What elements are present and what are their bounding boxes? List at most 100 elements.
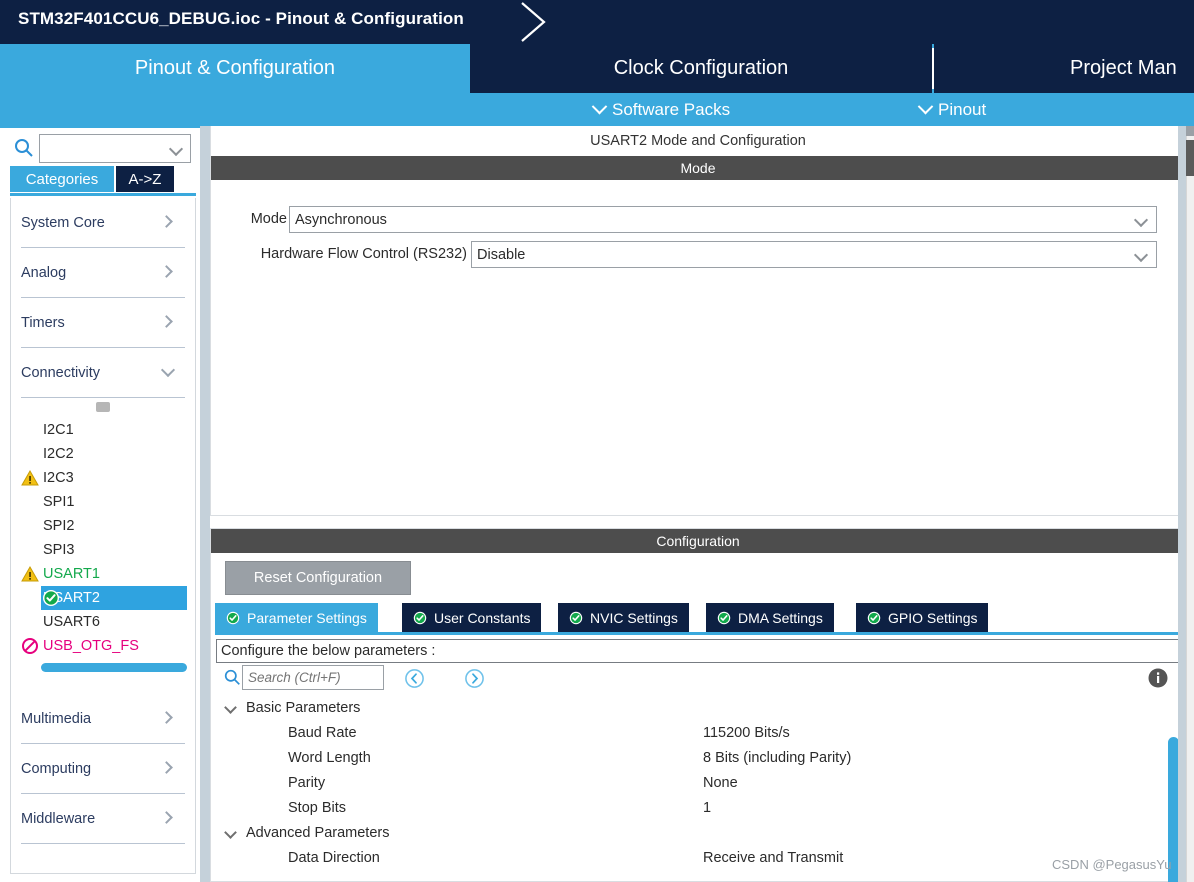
sidebar-item-multimedia[interactable]: Multimedia xyxy=(21,694,185,744)
sidebar-item-label: Analog xyxy=(21,264,67,281)
window-scrollbar-track[interactable] xyxy=(1186,126,1194,882)
menu-pinout[interactable]: Pinout xyxy=(917,93,987,126)
sidebar-item-computing[interactable]: Computing xyxy=(21,744,185,794)
chevron-right-icon xyxy=(160,265,173,278)
sidebar-item-timers[interactable]: Timers xyxy=(21,298,185,348)
tab-pinout-label: Pinout & Configuration xyxy=(134,57,336,79)
peripheral-item-i2c3[interactable]: I2C3 xyxy=(21,466,185,490)
tab-parameter-settings[interactable]: Parameter Settings xyxy=(215,603,378,632)
warning-triangle-icon xyxy=(21,469,39,486)
peripheral-item-spi2[interactable]: SPI2 xyxy=(21,514,185,538)
parameter-tree: Basic Parameters Baud Rate 115200 Bits/s… xyxy=(216,695,1180,870)
sidebar-item-middleware[interactable]: Middleware xyxy=(21,794,185,844)
tree-group-label: Basic Parameters xyxy=(246,699,361,716)
tab-separator xyxy=(932,48,934,89)
peripheral-list: I2C1 I2C2 I2C3 SPI1 SPI2 SPI3 USART1 USA… xyxy=(21,416,187,658)
table-row[interactable]: Data Direction Receive and Transmit xyxy=(216,845,1180,870)
chevron-down-icon[interactable] xyxy=(1133,212,1149,228)
stm32cubemx-window: STM32F401CCU6_DEBUG.ioc - Pinout & Confi… xyxy=(0,0,1194,882)
chevron-left-circle-icon[interactable] xyxy=(404,668,425,689)
warning-triangle-icon xyxy=(21,565,39,582)
param-value: None xyxy=(703,774,738,791)
parameter-search-input[interactable] xyxy=(243,666,383,689)
peripheral-item-usb-otg-fs[interactable]: USB_OTG_FS xyxy=(21,634,185,658)
tab-user-constants[interactable]: User Constants xyxy=(402,603,542,632)
menu-software-packs[interactable]: Software Packs xyxy=(591,93,731,126)
info-icon[interactable] xyxy=(1147,667,1169,689)
chevron-right-circle-icon[interactable] xyxy=(464,668,485,689)
param-name: Word Length xyxy=(288,749,371,766)
check-circle-icon xyxy=(867,611,881,624)
chevron-down-icon[interactable] xyxy=(168,141,184,157)
peripheral-label: USART6 xyxy=(43,614,100,630)
table-row[interactable]: Stop Bits 1 xyxy=(216,795,1180,820)
tab-a-to-z[interactable]: A->Z xyxy=(116,166,174,192)
mode-fields: Mode Asynchronous Hardware Flow Control … xyxy=(211,180,1185,514)
sidebar-search-input[interactable] xyxy=(45,138,163,159)
sidebar-item-system-core[interactable]: System Core xyxy=(21,198,185,248)
tab-clock-configuration[interactable]: Clock Configuration xyxy=(470,44,932,93)
window-scrollbar-thumb[interactable] xyxy=(1186,140,1194,176)
mode-panel: USART2 Mode and Configuration Mode Mode … xyxy=(210,126,1186,516)
window-scrollbar-cap[interactable] xyxy=(1186,126,1194,136)
tab-gpio-settings[interactable]: GPIO Settings xyxy=(856,603,989,632)
main-tab-strip: Pinout & Configuration Clock Configurati… xyxy=(0,44,1194,93)
param-name: Baud Rate xyxy=(288,724,357,741)
flow-control-select[interactable]: Disable xyxy=(471,241,1157,268)
param-value: 115200 Bits/s xyxy=(703,724,790,741)
table-row[interactable]: Parity None xyxy=(216,770,1180,795)
field-row-flow-control: Hardware Flow Control (RS232) Disable xyxy=(211,241,1187,269)
peripheral-list-scrollbar[interactable] xyxy=(41,663,187,672)
tab-project-manager[interactable]: Project Man xyxy=(934,44,1194,93)
chevron-down-icon xyxy=(917,98,934,115)
reset-area: Reset Configuration xyxy=(211,553,1185,603)
flow-control-select-value: Disable xyxy=(477,246,526,263)
parameter-search-field[interactable] xyxy=(242,665,384,690)
mode-select[interactable]: Asynchronous xyxy=(289,206,1157,233)
window-title: STM32F401CCU6_DEBUG.ioc - Pinout & Confi… xyxy=(18,9,464,28)
tab-pinout-configuration[interactable]: Pinout & Configuration xyxy=(0,44,470,93)
peripheral-item-spi3[interactable]: SPI3 xyxy=(21,538,185,562)
peripheral-label: SPI3 xyxy=(43,542,75,558)
reset-configuration-button[interactable]: Reset Configuration xyxy=(225,561,411,595)
sidebar-view-tabs: Categories A->Z xyxy=(0,166,200,193)
sidebar-item-analog[interactable]: Analog xyxy=(21,248,185,298)
sidebar-category-panel: System Core Analog Timers Connectivity I… xyxy=(10,198,196,874)
check-circle-icon xyxy=(569,611,583,624)
menu-pinout-label: Pinout xyxy=(938,99,987,119)
table-row[interactable]: Baud Rate 115200 Bits/s xyxy=(216,720,1180,745)
sidebar-item-connectivity[interactable]: Connectivity xyxy=(21,348,185,398)
sidebar-tabs-underline xyxy=(10,193,196,196)
tab-nvic-settings[interactable]: NVIC Settings xyxy=(558,603,689,632)
sidebar-search-combo[interactable] xyxy=(39,134,191,163)
peripheral-item-usart1[interactable]: USART1 xyxy=(21,562,185,586)
tab-categories[interactable]: Categories xyxy=(10,166,114,192)
param-name: Data Direction xyxy=(288,849,380,866)
chevron-down-icon[interactable] xyxy=(1133,247,1149,263)
left-sidebar: Categories A->Z System Core Analog Timer… xyxy=(0,126,200,882)
tree-group-basic-parameters[interactable]: Basic Parameters xyxy=(216,695,1180,720)
peripheral-item-i2c1[interactable]: I2C1 xyxy=(21,418,185,442)
peripheral-item-usart2[interactable]: USART2 xyxy=(41,586,187,610)
main-content: USART2 Mode and Configuration Mode Mode … xyxy=(210,126,1186,882)
tab-categories-label: Categories xyxy=(25,170,99,188)
peripheral-label: USART1 xyxy=(43,566,100,582)
tab-dma-settings[interactable]: DMA Settings xyxy=(706,603,834,632)
peripheral-item-i2c2[interactable]: I2C2 xyxy=(21,442,185,466)
menu-software-packs-label: Software Packs xyxy=(612,99,731,119)
sidebar-main-gutter xyxy=(200,126,210,882)
sidebar-top-rule xyxy=(0,126,200,128)
table-row[interactable]: Word Length 8 Bits (including Parity) xyxy=(216,745,1180,770)
sub-menu-bar: Software Packs Pinout xyxy=(0,93,1194,126)
tab-dma-settings-label: DMA Settings xyxy=(738,609,823,626)
field-label-mode: Mode xyxy=(250,211,287,227)
tree-group-advanced-parameters[interactable]: Advanced Parameters xyxy=(216,820,1180,845)
search-icon xyxy=(15,139,33,157)
peripheral-item-usart6[interactable]: USART6 xyxy=(21,610,185,634)
peripheral-item-spi1[interactable]: SPI1 xyxy=(21,490,185,514)
param-value: 8 Bits (including Parity) xyxy=(703,749,852,766)
list-resize-grip[interactable] xyxy=(21,398,185,416)
tab-gpio-settings-label: GPIO Settings xyxy=(888,609,978,626)
configuration-tabs: Parameter Settings User Constants NVIC S… xyxy=(215,603,1185,632)
